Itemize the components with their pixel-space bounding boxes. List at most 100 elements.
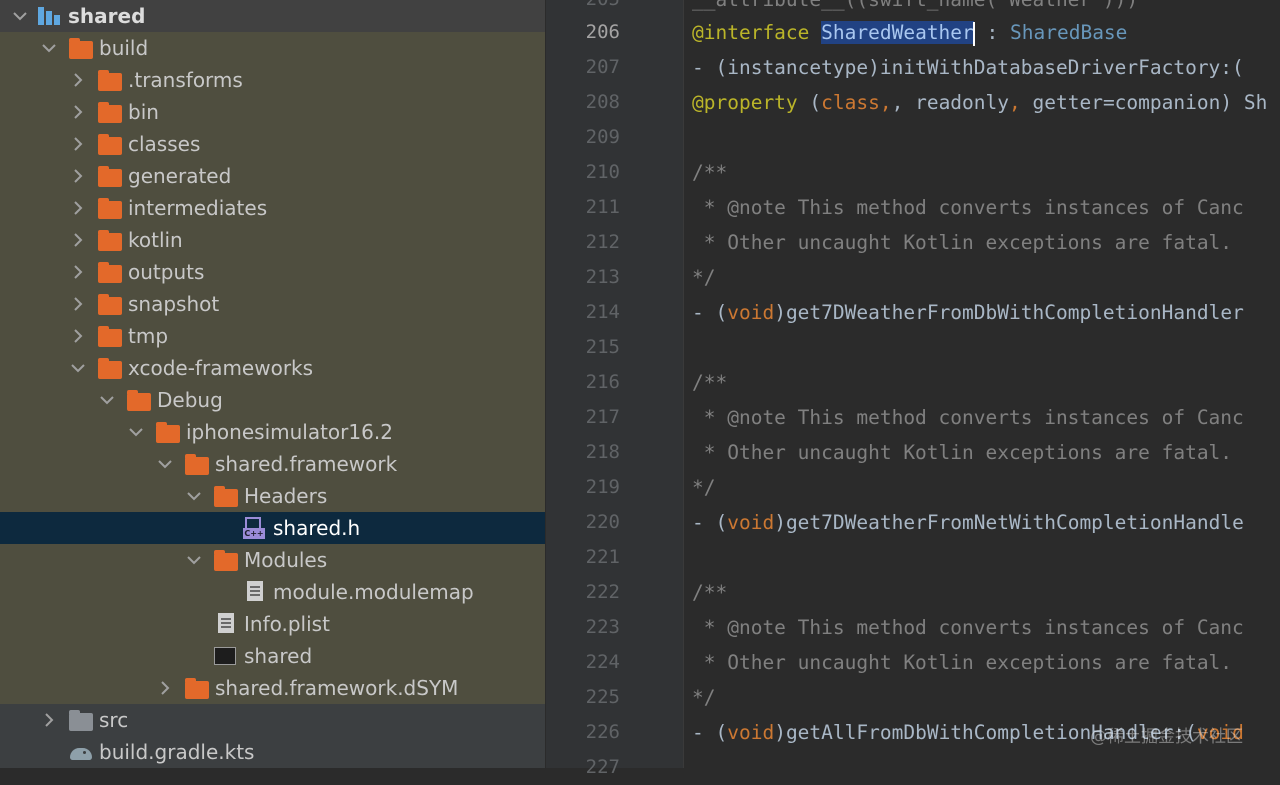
- chevron-right-icon[interactable]: [70, 224, 86, 256]
- tree-item-label: Headers: [244, 484, 328, 508]
- doc-comment-open: /**: [692, 371, 728, 394]
- chevron-down-icon[interactable]: [41, 32, 57, 64]
- folder-icon: [185, 677, 209, 699]
- text-file-icon: [243, 581, 267, 603]
- tree-item-build-gradle[interactable]: build.gradle.kts: [0, 736, 545, 768]
- chevron-right-icon[interactable]: [70, 288, 86, 320]
- tree-item-info-plist[interactable]: Info.plist: [0, 608, 545, 640]
- line-number: 211: [585, 196, 620, 218]
- code-line: - (instancetype)initWithDatabaseDriverFa…: [692, 56, 1244, 79]
- tree-item-label: shared.framework: [215, 452, 398, 476]
- tree-item-folder[interactable]: classes: [0, 128, 545, 160]
- tree-item-xcode-frameworks[interactable]: xcode-frameworks: [0, 352, 545, 384]
- line-number: 225: [585, 686, 620, 708]
- chevron-down-icon[interactable]: [157, 448, 173, 480]
- tree-item-dsym[interactable]: shared.framework.dSYM: [0, 672, 545, 704]
- line-number: 208: [585, 91, 620, 113]
- code-line-current: @interface SharedWeather : SharedBase: [692, 21, 1128, 46]
- line-number: 217: [585, 406, 620, 428]
- terminal-executable-icon: [214, 645, 238, 667]
- tree-item-folder[interactable]: tmp: [0, 320, 545, 352]
- line-number: 216: [585, 371, 620, 393]
- folder-icon: [98, 133, 122, 155]
- tree-item-folder[interactable]: outputs: [0, 256, 545, 288]
- chevron-down-icon[interactable]: [128, 416, 144, 448]
- tree-item-iphonesimulator[interactable]: iphonesimulator16.2: [0, 416, 545, 448]
- tree-item-label: Modules: [244, 548, 328, 572]
- line-number: 209: [585, 126, 620, 148]
- line-number: 215: [585, 336, 620, 358]
- tree-item-shared-framework[interactable]: shared.framework: [0, 448, 545, 480]
- folder-icon: [69, 37, 93, 59]
- line-number-current: 206: [585, 21, 620, 43]
- tree-item-shared-h[interactable]: C++ shared.h: [0, 512, 545, 544]
- doc-comment-close: */: [692, 476, 716, 499]
- doc-comment-open: /**: [692, 581, 728, 604]
- tree-item-label: bin: [128, 100, 159, 124]
- chevron-down-icon[interactable]: [186, 480, 202, 512]
- tree-item-label: Debug: [157, 388, 223, 412]
- chevron-right-icon[interactable]: [70, 160, 86, 192]
- tree-item-label: xcode-frameworks: [128, 356, 314, 380]
- doc-comment-close: */: [692, 266, 716, 289]
- cpp-header-file-icon: C++: [243, 517, 267, 539]
- tree-item-headers[interactable]: Headers: [0, 480, 545, 512]
- chevron-right-icon[interactable]: [41, 704, 57, 736]
- chevron-right-icon[interactable]: [70, 128, 86, 160]
- folder-icon: [98, 197, 122, 219]
- chevron-down-icon[interactable]: [70, 352, 86, 384]
- doc-comment-open: /**: [692, 161, 728, 184]
- tree-item-modulemap[interactable]: module.modulemap: [0, 576, 545, 608]
- gradle-icon: [69, 742, 93, 762]
- line-number: 219: [585, 476, 620, 498]
- doc-comment-note: * @note This method converts instances o…: [692, 406, 1244, 429]
- tree-item-folder[interactable]: bin: [0, 96, 545, 128]
- code-editor[interactable]: __attribute__((swift_name("Weather"))) @…: [684, 0, 1280, 768]
- folder-icon: [98, 229, 122, 251]
- project-tree-panel: shared build .transforms bin classes gen…: [0, 0, 545, 768]
- tree-item-label: outputs: [128, 260, 205, 284]
- text-file-icon: [214, 613, 238, 635]
- tree-item-label: tmp: [128, 324, 169, 348]
- line-number: 220: [585, 511, 620, 533]
- module-icon: [38, 5, 62, 27]
- chevron-right-icon[interactable]: [70, 192, 86, 224]
- folder-icon: [185, 453, 209, 475]
- panel-splitter[interactable]: [545, 0, 560, 768]
- tree-item-label: Info.plist: [244, 612, 330, 636]
- tree-item-folder[interactable]: intermediates: [0, 192, 545, 224]
- tree-item-label: module.modulemap: [273, 580, 474, 604]
- tree-item-folder[interactable]: kotlin: [0, 224, 545, 256]
- tree-item-folder[interactable]: .transforms: [0, 64, 545, 96]
- line-number: 224: [585, 651, 620, 673]
- tree-item-debug[interactable]: Debug: [0, 384, 545, 416]
- tree-item-label: shared: [68, 4, 146, 28]
- doc-comment-note: * @note This method converts instances o…: [692, 616, 1244, 639]
- chevron-down-icon[interactable]: [12, 0, 28, 32]
- tree-item-shared-binary[interactable]: shared: [0, 640, 545, 672]
- tree-item-src[interactable]: src: [0, 704, 545, 736]
- chevron-right-icon[interactable]: [157, 672, 173, 704]
- code-line: - (void)get7DWeatherFromNetWithCompletio…: [692, 511, 1244, 534]
- chevron-right-icon[interactable]: [70, 64, 86, 96]
- tree-item-build[interactable]: build: [0, 32, 545, 64]
- chevron-down-icon[interactable]: [186, 544, 202, 576]
- tree-item-folder[interactable]: snapshot: [0, 288, 545, 320]
- chevron-right-icon[interactable]: [70, 256, 86, 288]
- folder-icon: [98, 357, 122, 379]
- line-number: 226: [585, 721, 620, 743]
- line-number: 212: [585, 231, 620, 253]
- folder-icon: [214, 485, 238, 507]
- code-line: - (void)get7DWeatherFromDbWithCompletion…: [692, 301, 1244, 324]
- chevron-down-icon[interactable]: [99, 384, 115, 416]
- doc-comment-note: * @note This method converts instances o…: [692, 196, 1244, 219]
- tree-item-shared-module[interactable]: shared: [0, 0, 545, 32]
- folder-icon: [98, 293, 122, 315]
- chevron-right-icon[interactable]: [70, 320, 86, 352]
- chevron-right-icon[interactable]: [70, 96, 86, 128]
- tree-item-folder[interactable]: generated: [0, 160, 545, 192]
- selected-identifier: SharedWeather: [821, 21, 974, 44]
- line-number: 207: [585, 56, 620, 78]
- tree-item-modules[interactable]: Modules: [0, 544, 545, 576]
- code-line: @property (class,, readonly, getter=comp…: [692, 91, 1268, 114]
